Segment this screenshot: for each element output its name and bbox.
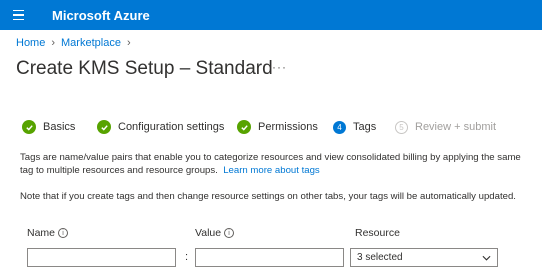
tags-description: Tags are name/value pairs that enable yo…: [20, 151, 535, 177]
resource-selected-value: 3 selected: [357, 252, 403, 263]
wizard-tabs: Basics Configuration settings Permission…: [22, 120, 496, 134]
tab-permissions[interactable]: Permissions: [237, 120, 333, 134]
info-icon[interactable]: i: [224, 228, 235, 238]
learn-more-link[interactable]: Learn more about tags: [223, 165, 320, 176]
tab-label: Configuration settings: [118, 121, 225, 133]
name-value-separator: :: [185, 251, 189, 263]
tab-configuration-settings[interactable]: Configuration settings: [97, 120, 237, 134]
menu-icon[interactable]: [0, 0, 36, 30]
breadcrumb-marketplace[interactable]: Marketplace: [61, 37, 121, 49]
step-number-icon: 5: [395, 120, 408, 134]
top-bar: Microsoft Azure: [0, 0, 542, 30]
column-label: Value: [195, 227, 222, 239]
brand-title[interactable]: Microsoft Azure: [52, 8, 150, 23]
tab-label: Tags: [353, 121, 377, 133]
chevron-down-icon: [482, 255, 491, 261]
name-column-header: Name i: [27, 227, 69, 239]
tab-label: Permissions: [258, 121, 318, 133]
tag-value-input[interactable]: [195, 248, 344, 267]
tab-label: Basics: [43, 121, 76, 133]
info-icon[interactable]: i: [58, 228, 69, 238]
checkmark-icon: [22, 120, 36, 134]
column-label: Name: [27, 227, 56, 239]
checkmark-icon: [237, 120, 251, 134]
page-title: Create KMS Setup – Standard: [16, 58, 273, 79]
tags-note: Note that if you create tags and then ch…: [20, 191, 516, 202]
tab-label: Review + submit: [415, 121, 497, 133]
column-label: Resource: [355, 227, 400, 239]
resource-column-header: Resource: [355, 227, 400, 239]
tab-review-submit[interactable]: 5 Review + submit: [395, 120, 497, 134]
breadcrumb: Home › Marketplace ›: [16, 37, 137, 49]
tag-name-input[interactable]: [27, 248, 176, 267]
checkmark-icon: [97, 120, 111, 134]
resource-dropdown[interactable]: 3 selected: [350, 248, 498, 267]
tab-basics[interactable]: Basics: [22, 120, 97, 134]
breadcrumb-home[interactable]: Home: [16, 37, 45, 49]
chevron-right-icon: ›: [51, 37, 56, 49]
step-number-icon: 4: [333, 120, 346, 134]
tab-tags[interactable]: 4 Tags: [333, 120, 395, 134]
value-column-header: Value i: [195, 227, 235, 239]
chevron-right-icon: ›: [126, 37, 131, 49]
more-options-icon[interactable]: ···: [272, 60, 287, 74]
